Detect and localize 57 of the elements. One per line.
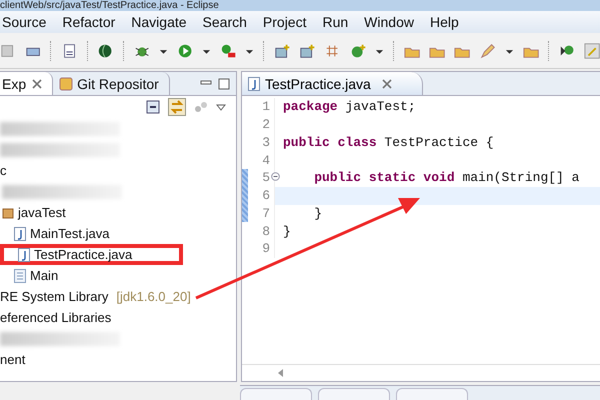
pencil-icon[interactable] [479,42,496,60]
view-tab[interactable]: Git Repositor [53,72,170,95]
java-file-icon [248,76,260,90]
pen-icon[interactable] [584,42,600,60]
fold-icon[interactable] [271,172,280,182]
line-number: 4 [262,152,270,168]
code-line: public static void main(String[] a [313,170,580,186]
maximize-icon[interactable] [218,78,230,90]
dots-icon[interactable] [194,100,208,114]
menu-item[interactable]: Refactor [54,14,124,30]
java-file-icon [18,248,30,262]
code-line: } [283,224,291,239]
document-icon [14,268,26,282]
line-number: 7 [262,206,270,221]
collapse-all-icon[interactable] [146,100,160,114]
line-number: 2 [262,117,270,132]
tree-item[interactable]: Main [30,268,58,283]
menu-item[interactable]: Source [0,14,54,30]
line-number: 8 [262,224,270,239]
close-icon[interactable] [32,78,42,88]
run-icon[interactable] [176,42,193,60]
close-icon[interactable] [382,78,392,88]
change-marker [242,169,248,222]
code-line: public class TestPractice { [283,134,494,150]
menu-item[interactable]: Navigate [123,14,195,30]
tree-item[interactable]: TestPractice.java [34,247,132,262]
menu-item[interactable]: Help [422,14,467,30]
scroll-left-icon[interactable] [278,369,284,377]
java-file-icon [14,226,26,240]
menu-item[interactable]: Run [314,14,356,30]
new-icon[interactable] [350,42,366,60]
tree-item[interactable]: nent [0,352,26,367]
line-number: 9 [262,241,270,256]
tree-item[interactable]: c [0,163,6,178]
library-version: [jdk1.6.0_20] [116,289,191,304]
tree-item[interactable]: eferenced Libraries [0,310,112,325]
tree-item[interactable]: RE System Library [0,289,108,304]
new-project-icon[interactable] [299,42,316,60]
code-line: } [313,206,322,221]
editor-tab[interactable]: TestPractice.java [242,72,423,95]
window-title: clientWeb/src/javaTest/TestPractice.java - Eclipse [0,0,220,11]
line-number: 5 [262,170,270,186]
repository-icon [59,76,74,92]
menu-item[interactable]: Window [356,14,422,30]
line-number: 1 [262,99,270,114]
line-number: 6 [262,188,270,204]
tree-item[interactable]: javaTest [18,205,66,220]
view-tab[interactable]: Exp [0,72,54,95]
tree-item[interactable]: MainTest.java [30,226,110,241]
menu-item[interactable]: Search [194,14,255,30]
code-line: package javaTest; [283,99,416,114]
view-menu-icon[interactable] [216,102,226,112]
line-number: 3 [262,134,270,150]
new-class-icon[interactable] [274,42,290,60]
menu-item[interactable]: Project [254,14,314,30]
package-icon [2,206,14,220]
link-editor-icon[interactable] [168,98,186,116]
